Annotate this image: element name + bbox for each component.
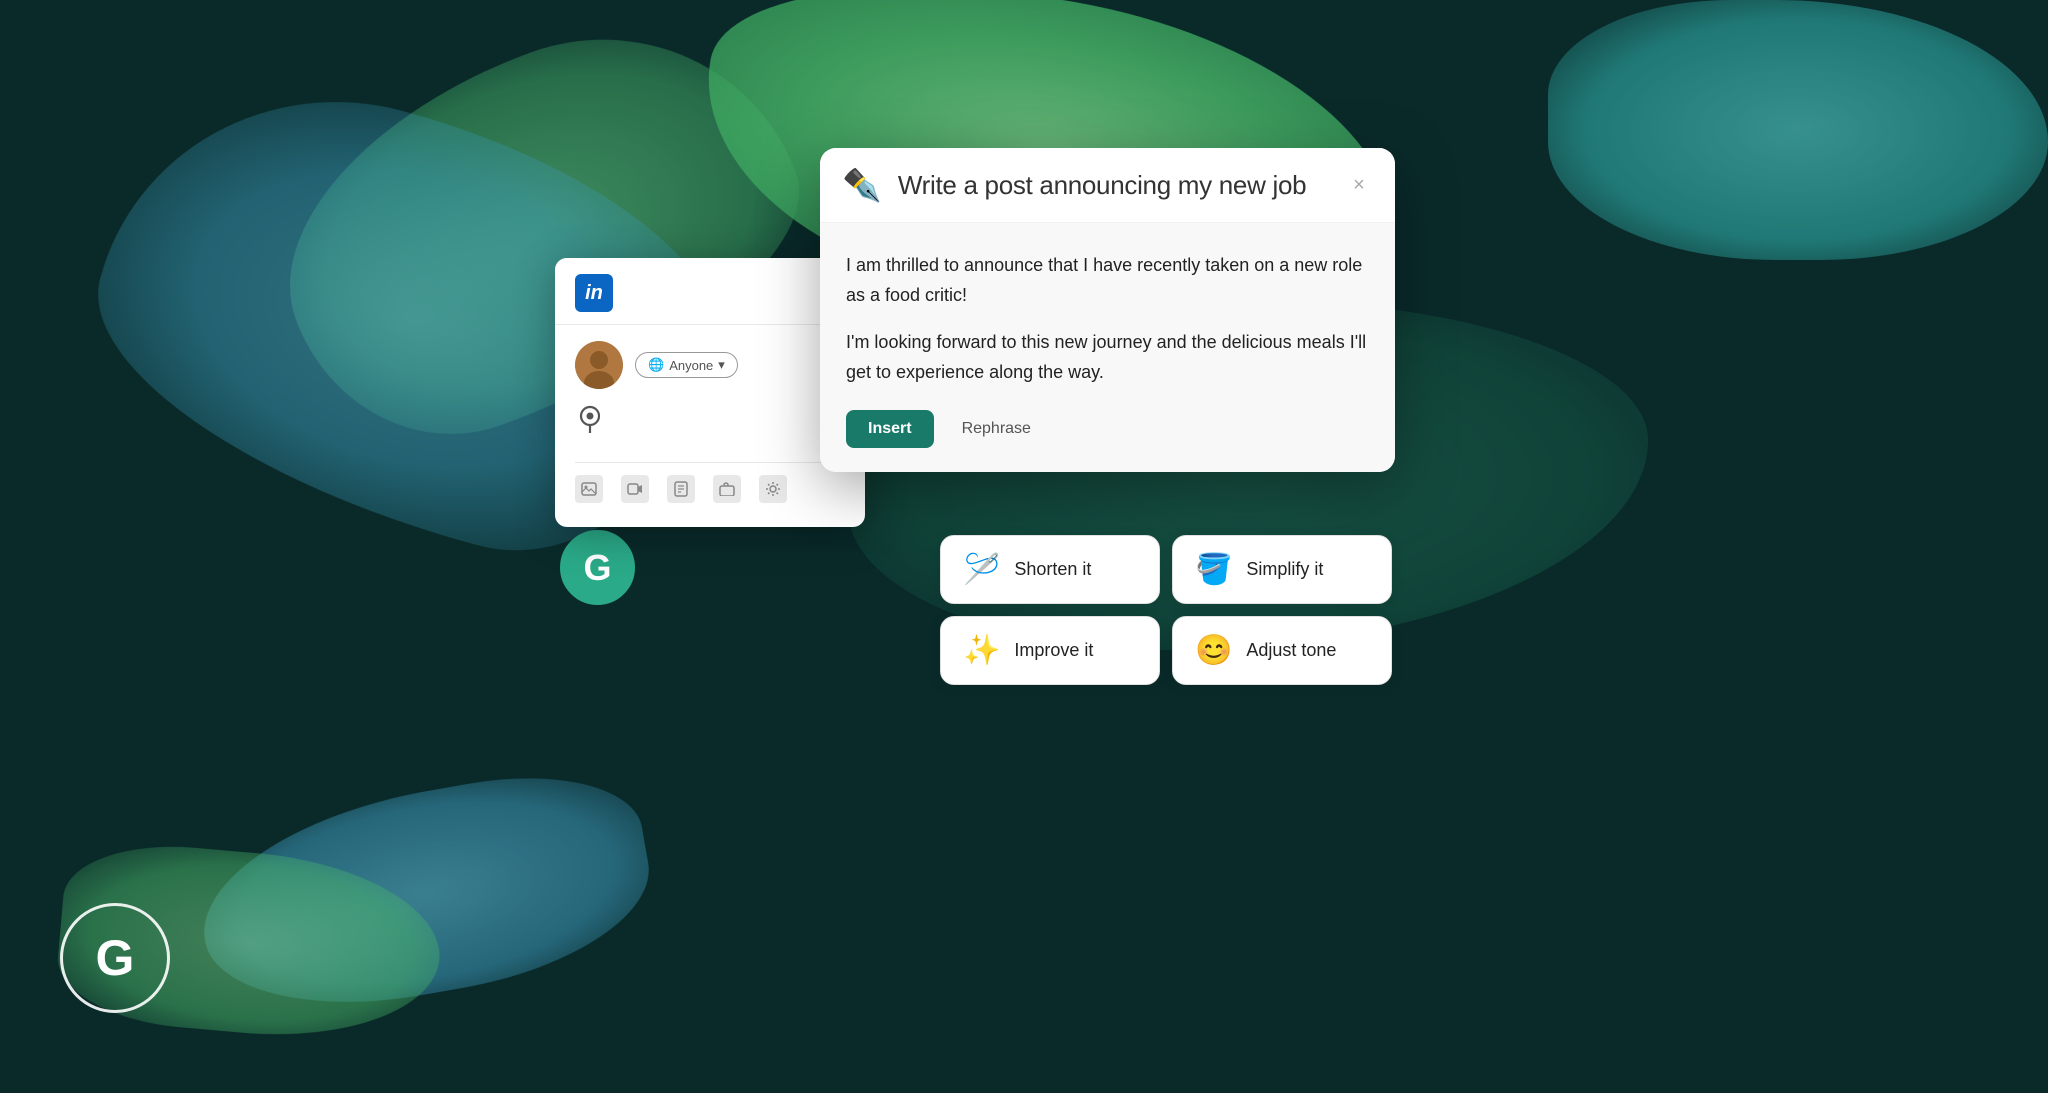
ai-content: I am thrilled to announce that I have re… (820, 223, 1395, 472)
close-icon: × (1353, 174, 1365, 197)
document-icon[interactable] (667, 475, 695, 503)
rocket-emoji: ✒️ (842, 166, 882, 204)
close-button[interactable]: × (1345, 171, 1373, 199)
simplify-button[interactable]: 🪣 Simplify it (1172, 535, 1392, 604)
video-icon[interactable] (621, 475, 649, 503)
ai-panel: ✒️ Write a post announcing my new job × … (820, 148, 1395, 472)
background-blob-4 (1548, 0, 2048, 260)
shorten-button[interactable]: 🪡 Shorten it (940, 535, 1160, 604)
ai-paragraph-1: I am thrilled to announce that I have re… (846, 251, 1369, 310)
grammarly-logo-small: G (560, 530, 635, 605)
rephrase-button[interactable]: Rephrase (946, 410, 1047, 448)
grammarly-logo-large: G (60, 903, 170, 1013)
action-buttons-grid: 🪡 Shorten it 🪣 Simplify it ✨ Improve it … (940, 535, 1392, 685)
insert-button[interactable]: Insert (846, 410, 934, 448)
image-icon[interactable] (575, 475, 603, 503)
ai-prompt-text: Write a post announcing my new job (898, 170, 1306, 201)
adjust-tone-button[interactable]: 😊 Adjust tone (1172, 616, 1392, 685)
adjust-tone-icon: 😊 (1195, 633, 1232, 668)
globe-icon: 🌐 (648, 357, 664, 373)
ai-generated-text: I am thrilled to announce that I have re… (846, 251, 1369, 388)
improve-icon: ✨ (963, 633, 1000, 668)
linkedin-header: in (555, 258, 865, 324)
chevron-down-icon: ▾ (718, 357, 725, 373)
post-user-row: 🌐 Anyone ▾ (575, 341, 845, 389)
avatar (575, 341, 623, 389)
improve-label: Improve it (1014, 640, 1093, 661)
ai-paragraph-2: I'm looking forward to this new journey … (846, 328, 1369, 387)
avatar-face (575, 341, 623, 389)
adjust-tone-label: Adjust tone (1246, 640, 1336, 661)
ai-actions: Insert Rephrase (846, 410, 1369, 448)
simplify-icon: 🪣 (1195, 552, 1232, 587)
audience-selector[interactable]: 🌐 Anyone ▾ (635, 352, 738, 378)
pin-icon (579, 405, 845, 438)
linkedin-card: in 🌐 Anyone ▾ (555, 258, 865, 527)
shorten-label: Shorten it (1014, 559, 1091, 580)
shorten-icon: 🪡 (963, 552, 1000, 587)
linkedin-body: 🌐 Anyone ▾ (555, 324, 865, 527)
improve-button[interactable]: ✨ Improve it (940, 616, 1160, 685)
grammarly-g-small: G (583, 550, 611, 586)
ai-prompt-bar: ✒️ Write a post announcing my new job × (820, 148, 1395, 223)
grammarly-g-large: G (96, 933, 135, 983)
audience-label: Anyone (669, 358, 713, 373)
post-toolbar (575, 462, 845, 511)
linkedin-icon-label: in (585, 282, 603, 305)
simplify-label: Simplify it (1246, 559, 1323, 580)
linkedin-icon: in (575, 274, 613, 312)
settings-icon[interactable] (759, 475, 787, 503)
briefcase-icon[interactable] (713, 475, 741, 503)
